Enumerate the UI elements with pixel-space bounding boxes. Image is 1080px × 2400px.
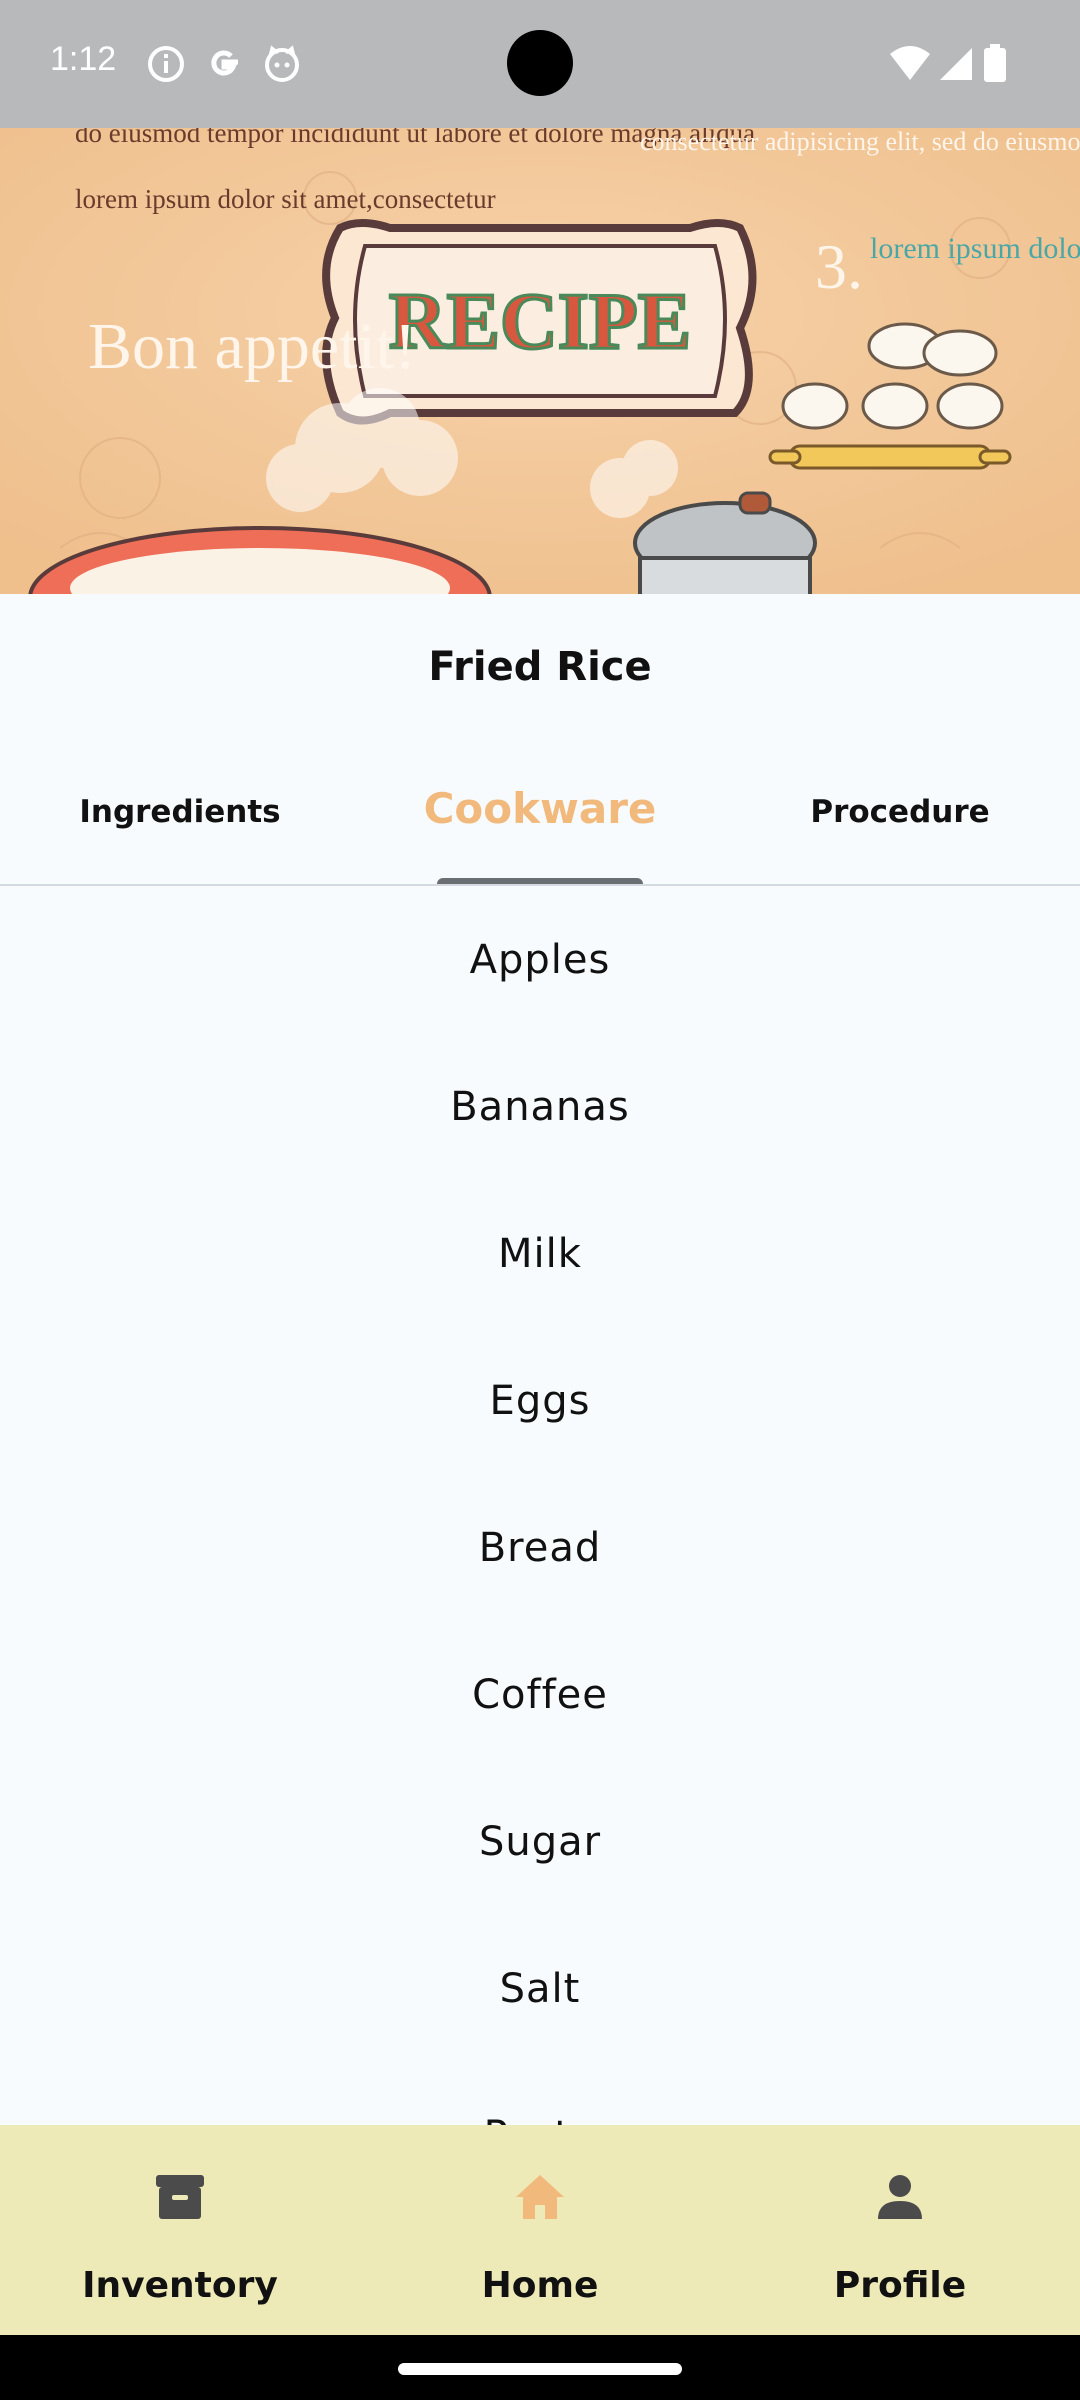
signal-icon bbox=[940, 48, 972, 80]
camera-cutout bbox=[507, 30, 573, 96]
recipe-header-image: RECIPE do eiusmod tempor incididunt ut l… bbox=[0, 128, 1080, 594]
nav-inventory-label: Inventory bbox=[82, 2265, 278, 2306]
cookware-list: Apples Bananas Milk Eggs Bread Coffee Su… bbox=[0, 886, 1080, 2126]
recipe-tabs: Ingredients Cookware Procedure bbox=[0, 764, 1080, 884]
recipe-title: Fried Rice bbox=[428, 644, 652, 690]
list-item[interactable]: Sugar bbox=[0, 1768, 1080, 1915]
nav-profile[interactable]: Profile bbox=[720, 2125, 1080, 2335]
list-item[interactable]: Milk bbox=[0, 1180, 1080, 1327]
person-icon bbox=[878, 2175, 922, 2219]
list-item[interactable]: Apples bbox=[0, 886, 1080, 1033]
system-navigation-bar bbox=[0, 2335, 1080, 2400]
archive-icon bbox=[156, 2175, 204, 2219]
wifi-icon bbox=[890, 46, 930, 80]
status-time: 1:12 bbox=[50, 40, 117, 78]
status-bar: 1:12 bbox=[0, 0, 1080, 128]
bon-appetit-text: Bon appetit! bbox=[88, 310, 416, 383]
nav-home-label: Home bbox=[481, 2265, 599, 2306]
nav-inventory[interactable]: Inventory bbox=[0, 2125, 360, 2335]
google-icon bbox=[211, 50, 238, 76]
cat-icon bbox=[265, 45, 299, 82]
list-item[interactable]: Bread bbox=[0, 1474, 1080, 1621]
bottom-navigation: Inventory Home Profile bbox=[0, 2125, 1080, 2335]
header-text-left-2: lorem ipsum dolor sit amet,consectetur bbox=[75, 184, 496, 214]
tab-ingredients[interactable]: Ingredients bbox=[0, 764, 360, 884]
step-number: 3. bbox=[815, 231, 863, 302]
home-icon bbox=[516, 2175, 564, 2219]
tab-cookware[interactable]: Cookware bbox=[360, 764, 720, 884]
info-icon bbox=[148, 46, 184, 82]
nav-home[interactable]: Home bbox=[360, 2125, 720, 2335]
recipe-content: Fried Rice Ingredients Cookware Procedur… bbox=[0, 594, 1080, 2125]
home-gesture-pill[interactable] bbox=[398, 2363, 682, 2375]
battery-icon bbox=[984, 44, 1006, 82]
tab-procedure[interactable]: Procedure bbox=[720, 764, 1080, 884]
list-item[interactable]: Bananas bbox=[0, 1033, 1080, 1180]
step-text: lorem ipsum dolor sit bbox=[870, 232, 1080, 265]
header-text-top-right: consectetur adipisicing elit, sed do eiu… bbox=[640, 128, 1080, 156]
list-item[interactable]: Eggs bbox=[0, 1327, 1080, 1474]
list-item[interactable]: Salt bbox=[0, 1915, 1080, 2062]
list-item[interactable]: Coffee bbox=[0, 1621, 1080, 1768]
list-item[interactable]: Pasta bbox=[0, 2062, 1080, 2126]
banner-title: RECIPE bbox=[389, 278, 691, 366]
nav-profile-label: Profile bbox=[833, 2265, 967, 2306]
